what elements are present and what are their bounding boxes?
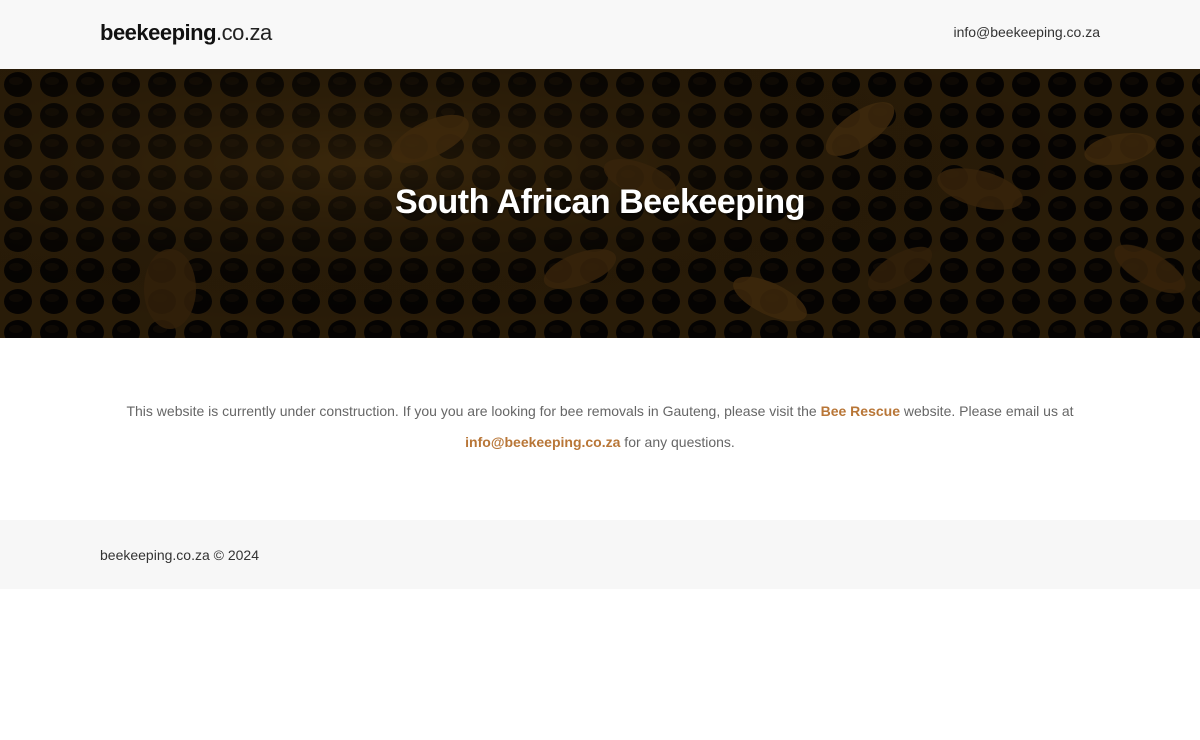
hero-title: South African Beekeeping	[395, 183, 805, 221]
hero-banner: South African Beekeeping	[0, 69, 1200, 338]
header-email-link[interactable]: info@beekeeping.co.za	[953, 23, 1100, 41]
site-footer: beekeeping.co.za © 2024	[0, 520, 1200, 589]
message-text-2: website. Please email us at	[900, 403, 1074, 419]
message-text-1: This website is currently under construc…	[126, 403, 821, 419]
message-text-3: for any questions.	[620, 434, 735, 450]
footer-copyright: beekeeping.co.za © 2024	[100, 547, 259, 563]
site-logo[interactable]: beekeeping.co.za	[100, 20, 272, 46]
construction-message: This website is currently under construc…	[100, 396, 1100, 458]
logo-light-text: .co.za	[216, 20, 272, 45]
contact-email-link[interactable]: info@beekeeping.co.za	[465, 434, 620, 450]
logo-bold-text: beekeeping	[100, 20, 217, 45]
site-header: beekeeping.co.za info@beekeeping.co.za	[0, 0, 1200, 69]
bee-rescue-link[interactable]: Bee Rescue	[821, 403, 900, 419]
